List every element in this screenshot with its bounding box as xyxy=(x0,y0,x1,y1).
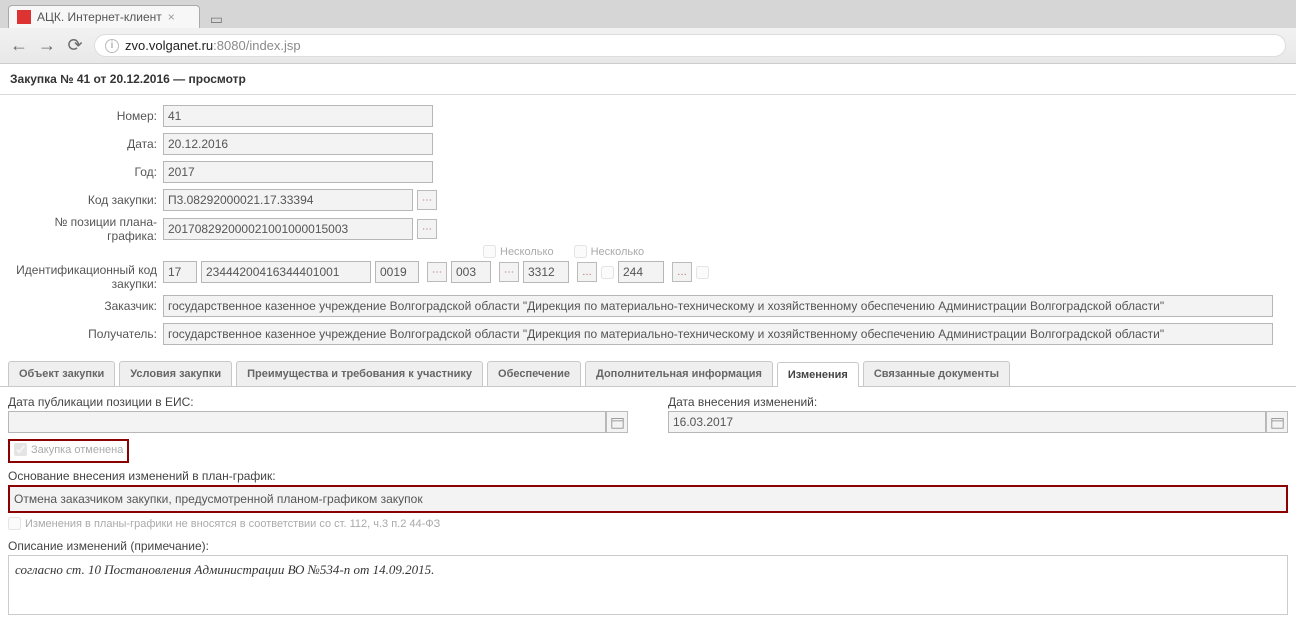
ikz-p4 xyxy=(451,261,491,283)
basis-label: Основание внесения изменений в план-граф… xyxy=(8,469,1288,483)
url-host: zvo.volganet.ru xyxy=(125,38,213,53)
desc-field xyxy=(8,555,1288,615)
close-icon[interactable]: × xyxy=(168,10,175,24)
number-label: Номер: xyxy=(8,109,163,123)
receiver-label: Получатель: xyxy=(8,327,163,341)
several-checkbox-2: Несколько xyxy=(574,245,645,258)
date-label: Дата: xyxy=(8,137,163,151)
code-field xyxy=(163,189,413,211)
tab-conditions[interactable]: Условия закупки xyxy=(119,361,232,386)
favicon xyxy=(17,10,31,24)
calendar-icon[interactable] xyxy=(1266,411,1288,433)
tab-changes[interactable]: Изменения xyxy=(777,362,859,387)
ikz-p3 xyxy=(375,261,419,283)
basis-highlight xyxy=(8,485,1288,513)
year-field xyxy=(163,161,433,183)
customer-label: Заказчик: xyxy=(8,299,163,313)
date-field xyxy=(163,133,433,155)
several-checkbox-1: Несколько xyxy=(483,245,554,258)
lookup-icon[interactable]: ⋯ xyxy=(499,262,519,282)
customer-field xyxy=(163,295,1273,317)
nav-bar: ← → ⟳ i zvo.volganet.ru:8080/index.jsp xyxy=(0,28,1296,63)
desc-label: Описание изменений (примечание): xyxy=(8,539,1288,553)
lookup-icon[interactable]: ⋯ xyxy=(417,219,437,239)
pub-date-field xyxy=(8,411,606,433)
back-button[interactable]: ← xyxy=(10,35,28,56)
lookup-icon[interactable]: ⋯ xyxy=(427,262,447,282)
url-path: /index.jsp xyxy=(246,38,301,53)
chg-date-field xyxy=(668,411,1266,433)
ellipsis-icon[interactable]: … xyxy=(672,262,692,282)
lookup-icon[interactable]: ⋯ xyxy=(417,190,437,210)
receiver-field xyxy=(163,323,1273,345)
several-inline-1 xyxy=(601,266,614,279)
planpos-label: № позиции плана-графика: xyxy=(8,215,163,243)
ikz-p5 xyxy=(523,261,569,283)
basis-field xyxy=(10,487,1286,511)
browser-tab[interactable]: АЦК. Интернет-клиент × xyxy=(8,5,200,28)
calendar-icon[interactable] xyxy=(606,411,628,433)
tab-requirements[interactable]: Преимущества и требования к участнику xyxy=(236,361,483,386)
browser-chrome: АЦК. Интернет-клиент × ▭ ← → ⟳ i zvo.vol… xyxy=(0,0,1296,64)
cancelled-highlight: Закупка отменена xyxy=(8,439,129,463)
site-info-icon[interactable]: i xyxy=(105,39,119,53)
code-label: Код закупки: xyxy=(8,193,163,207)
ikz-p2 xyxy=(201,261,371,283)
pub-date-label: Дата публикации позиции в ЕИС: xyxy=(8,395,628,409)
ident-group: Несколько Несколько ⋯ ⋯ … … xyxy=(163,245,709,283)
tab-object[interactable]: Объект закупки xyxy=(8,361,115,386)
tab-bar: АЦК. Интернет-клиент × ▭ xyxy=(0,0,1296,28)
cancelled-label: Закупка отменена xyxy=(31,444,123,456)
tab-strip: Объект закупки Условия закупки Преимущес… xyxy=(0,361,1296,387)
several-inline-2 xyxy=(696,266,709,279)
ident-label: Идентификационный код закупки: xyxy=(8,245,163,291)
noplan-checkbox: Изменения в планы-графики не вносятся в … xyxy=(8,517,440,530)
form-area: Номер: Дата: Год: Код закупки: ⋯ № позиц… xyxy=(0,95,1296,355)
page-content: Закупка № 41 от 20.12.2016 — просмотр Но… xyxy=(0,64,1296,626)
tab-title: АЦК. Интернет-клиент xyxy=(37,10,162,24)
tab-related[interactable]: Связанные документы xyxy=(863,361,1010,386)
cancelled-checkbox: Закупка отменена xyxy=(14,443,123,456)
number-field xyxy=(163,105,433,127)
noplan-label: Изменения в планы-графики не вносятся в … xyxy=(25,518,440,530)
chg-date-label: Дата внесения изменений: xyxy=(668,395,1288,409)
ikz-p6 xyxy=(618,261,664,283)
tab-security[interactable]: Обеспечение xyxy=(487,361,581,386)
new-tab-button[interactable]: ▭ xyxy=(202,11,231,28)
ikz-p1 xyxy=(163,261,197,283)
year-label: Год: xyxy=(8,165,163,179)
tab-addinfo[interactable]: Дополнительная информация xyxy=(585,361,773,386)
ellipsis-icon[interactable]: … xyxy=(577,262,597,282)
url-port: :8080 xyxy=(213,38,246,53)
changes-pane: Дата публикации позиции в ЕИС: Дата внес… xyxy=(0,387,1296,626)
page-title: Закупка № 41 от 20.12.2016 — просмотр xyxy=(0,64,1296,95)
address-bar[interactable]: i zvo.volganet.ru:8080/index.jsp xyxy=(94,34,1286,57)
planpos-field xyxy=(163,218,413,240)
reload-button[interactable]: ⟳ xyxy=(66,35,84,56)
forward-button[interactable]: → xyxy=(38,35,56,56)
